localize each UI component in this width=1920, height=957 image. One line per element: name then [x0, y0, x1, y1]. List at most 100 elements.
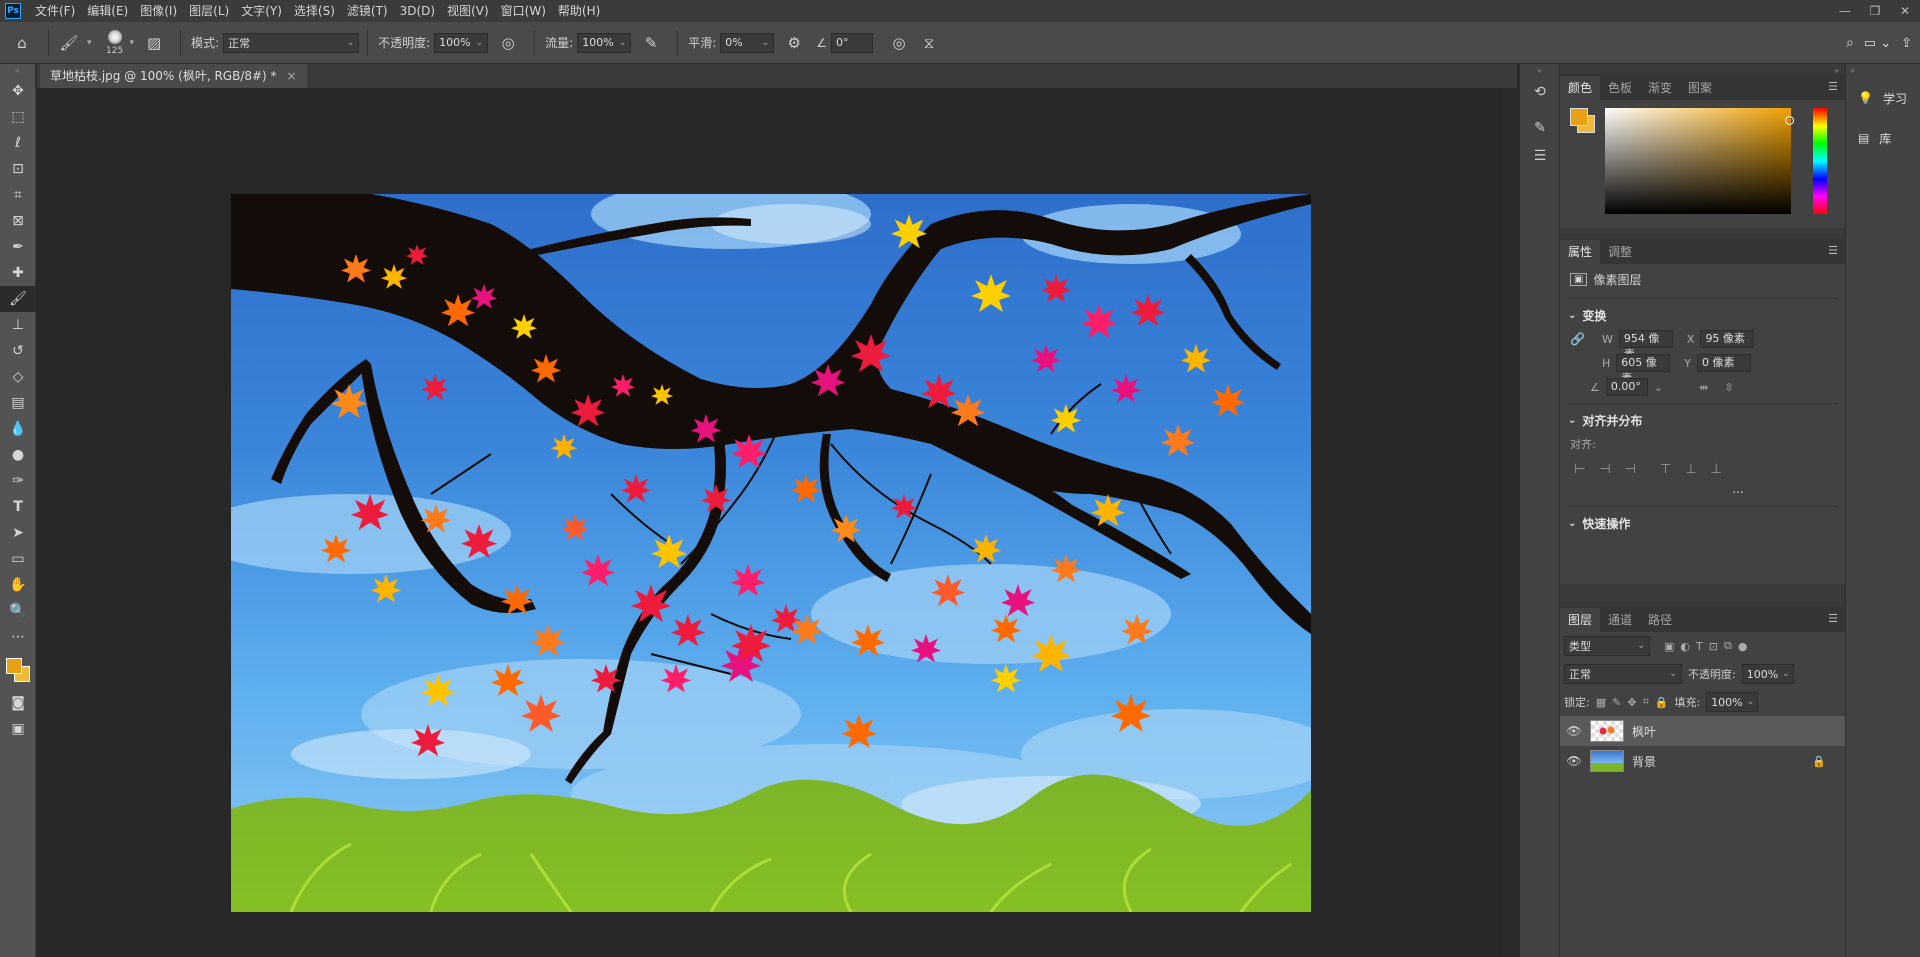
fill-input[interactable]: 100% ⌄	[1706, 692, 1759, 712]
layer-row[interactable]: 👁 枫叶	[1560, 716, 1846, 746]
brush-settings-icon[interactable]: ✎	[1520, 114, 1560, 142]
tab-swatches[interactable]: 色板	[1600, 76, 1640, 100]
adjustments-icon[interactable]: ☰	[1520, 142, 1560, 170]
dodge-tool-icon[interactable]: ●	[0, 442, 36, 468]
angle-input[interactable]: 0.00°	[1605, 378, 1648, 396]
history-icon[interactable]: ⟲	[1520, 78, 1560, 106]
tab-gradients[interactable]: 渐变	[1640, 76, 1680, 100]
eraser-tool-icon[interactable]: ◇	[0, 364, 36, 390]
lock-pixels-icon[interactable]: ✎	[1612, 696, 1621, 709]
menu-edit[interactable]: 编辑(E)	[81, 0, 134, 22]
height-input[interactable]: 605 像素	[1616, 354, 1671, 385]
menu-image[interactable]: 图像(I)	[134, 0, 183, 22]
panel-menu-icon[interactable]: ☰	[1828, 80, 1838, 93]
brush-settings-icon[interactable]: ▨	[142, 31, 166, 55]
align-right-icon[interactable]: ⊣	[1625, 462, 1636, 477]
filter-pixel-icon[interactable]: ▣	[1664, 640, 1674, 653]
lock-position-icon[interactable]: ✥	[1627, 696, 1636, 709]
menu-window[interactable]: 窗口(W)	[495, 0, 552, 22]
pressure-opacity-icon[interactable]: ◎	[496, 31, 520, 55]
lasso-tool-icon[interactable]: ℓ	[0, 130, 36, 156]
gear-icon[interactable]: ⚙	[782, 31, 806, 55]
menu-file[interactable]: 文件(F)	[29, 0, 81, 22]
x-input[interactable]: 95 像素	[1700, 330, 1755, 348]
tab-adjustments[interactable]: 调整	[1600, 240, 1640, 264]
gradient-tool-icon[interactable]: ▤	[0, 390, 36, 416]
blend-mode-select[interactable]: 正常 ⌄	[1564, 664, 1682, 684]
color-cursor[interactable]	[1785, 116, 1794, 125]
brush-preset-picker[interactable]: 125	[102, 26, 128, 60]
hand-tool-icon[interactable]: ✋	[0, 572, 36, 598]
panel-menu-icon[interactable]: ☰	[1828, 612, 1838, 625]
chevron-down-icon[interactable]: ▾	[87, 38, 92, 48]
workspace-icon[interactable]: ▭ ⌄	[1864, 36, 1891, 51]
foreground-color-swatch[interactable]	[6, 658, 22, 674]
learn-button[interactable]: 💡 学习	[1846, 78, 1920, 118]
align-top-icon[interactable]: ⊤	[1660, 462, 1671, 477]
align-section-header[interactable]: ⌄ 对齐并分布	[1560, 408, 1846, 432]
flip-horizontal-icon[interactable]: ⇹	[1699, 381, 1708, 394]
more-options-button[interactable]: ...	[1560, 482, 1846, 502]
chevron-down-icon[interactable]: ▾	[130, 38, 135, 48]
saturation-brightness-field[interactable]	[1605, 108, 1791, 214]
brush-tool-icon[interactable]: 🖌	[57, 31, 81, 55]
share-icon[interactable]: ⇪	[1901, 36, 1912, 51]
align-bottom-icon[interactable]: ⊥	[1711, 462, 1722, 477]
close-button[interactable]: ✕	[1890, 0, 1920, 22]
mode-select[interactable]: 正常 ⌄	[223, 32, 360, 53]
pressure-size-icon[interactable]: ◎	[887, 31, 911, 55]
blur-tool-icon[interactable]: 💧	[0, 416, 36, 442]
collapse-icon[interactable]: «	[1520, 64, 1559, 78]
menu-type[interactable]: 文字(Y)	[235, 0, 288, 22]
tab-properties[interactable]: 属性	[1560, 240, 1601, 264]
menu-layer[interactable]: 图层(L)	[183, 0, 235, 22]
document-tab[interactable]: 草地枯枝.jpg @ 100% (枫叶, RGB/8#) * ×	[40, 64, 307, 88]
smoothing-input[interactable]: 0% ⌄	[720, 32, 775, 53]
transform-section-header[interactable]: ⌄ 变换	[1560, 303, 1846, 327]
restore-button[interactable]: ❐	[1860, 0, 1890, 22]
menu-help[interactable]: 帮助(H)	[552, 0, 606, 22]
filter-smart-object-icon[interactable]: ⧉	[1724, 639, 1732, 653]
chevron-down-icon[interactable]: ⌄	[1654, 381, 1663, 394]
crop-tool-icon[interactable]: ⌗	[0, 182, 36, 208]
layer-row[interactable]: 👁 背景 🔒	[1560, 746, 1846, 776]
search-icon[interactable]: ⌕	[1846, 35, 1854, 51]
frame-tool-icon[interactable]: ⊠	[0, 208, 36, 234]
opacity-input[interactable]: 100% ⌄	[434, 32, 489, 53]
y-input[interactable]: 0 像素	[1697, 354, 1752, 372]
tab-channels[interactable]: 通道	[1600, 608, 1640, 632]
type-tool-icon[interactable]: T	[0, 494, 36, 520]
airbrush-icon[interactable]: ✎	[639, 31, 663, 55]
rectangle-tool-icon[interactable]: ▭	[0, 546, 36, 572]
move-tool-icon[interactable]: ✥	[0, 78, 36, 104]
object-select-tool-icon[interactable]: ⊡	[0, 156, 36, 182]
eyedropper-tool-icon[interactable]: ✒	[0, 234, 36, 260]
quick-actions-header[interactable]: ⌄ 快速操作	[1560, 511, 1846, 535]
menu-filter[interactable]: 滤镜(T)	[341, 0, 394, 22]
close-tab-icon[interactable]: ×	[287, 64, 297, 88]
menu-select[interactable]: 选择(S)	[288, 0, 341, 22]
align-center-v-icon[interactable]: ⊥	[1685, 462, 1696, 477]
lock-artboard-icon[interactable]: ⌗	[1643, 695, 1649, 709]
history-brush-tool-icon[interactable]: ↺	[0, 338, 36, 364]
tab-layers[interactable]: 图层	[1560, 608, 1601, 632]
foreground-color-swatch[interactable]	[1570, 108, 1588, 126]
link-icon[interactable]: 🔗	[1570, 332, 1596, 346]
document-canvas[interactable]	[231, 194, 1311, 912]
collapse-icon[interactable]: »	[1846, 64, 1920, 78]
align-center-h-icon[interactable]: ⊣	[1599, 462, 1610, 477]
minimize-button[interactable]: —	[1830, 0, 1860, 22]
flip-vertical-icon[interactable]: ⇳	[1724, 381, 1733, 394]
marquee-tool-icon[interactable]: ⬚	[0, 104, 36, 130]
flow-input[interactable]: 100% ⌄	[577, 32, 632, 53]
filter-shape-icon[interactable]: ⊡	[1709, 640, 1718, 653]
pen-tool-icon[interactable]: ✑	[0, 468, 36, 494]
align-left-icon[interactable]: ⊢	[1574, 462, 1585, 477]
more-tools-icon[interactable]: ⋯	[0, 624, 36, 650]
healing-brush-tool-icon[interactable]: ✚	[0, 260, 36, 286]
brush-tool-icon[interactable]: 🖌	[0, 286, 36, 312]
path-select-tool-icon[interactable]: ➤	[0, 520, 36, 546]
lock-transparency-icon[interactable]: ▦	[1596, 696, 1606, 709]
hue-slider[interactable]	[1813, 108, 1827, 214]
width-input[interactable]: 954 像素	[1618, 330, 1673, 361]
